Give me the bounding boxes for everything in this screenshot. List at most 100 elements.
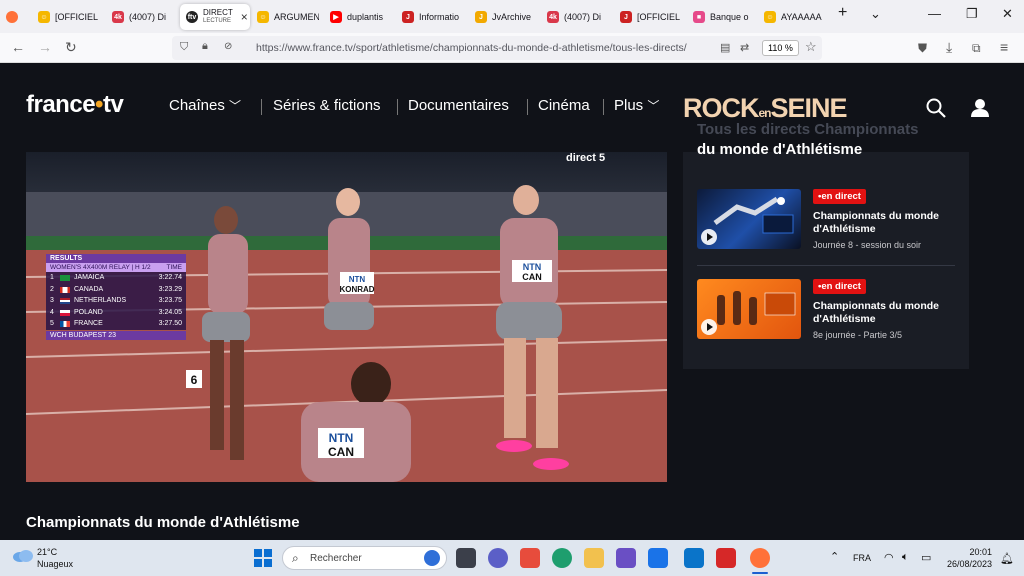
browser-tab-active[interactable]: ftv DIRECT LECTURE × bbox=[180, 4, 250, 30]
live-card-subtitle: 8e journée - Partie 3/5 bbox=[813, 330, 903, 340]
search-icon[interactable] bbox=[926, 98, 946, 118]
browser-tab[interactable]: ☺ ARGUMEN bbox=[257, 4, 319, 30]
windows-taskbar: 21°C Nuageux ⌕ Rechercher ⌃ FRA ◠ 🔈︎ ▭ 2… bbox=[0, 540, 1024, 576]
lock-icon[interactable]: 🔒︎ bbox=[202, 40, 208, 53]
weather-condition[interactable]: Nuageux bbox=[37, 559, 73, 569]
canada-flag-icon bbox=[60, 286, 70, 293]
tab-list-icon[interactable]: ⌄ bbox=[870, 6, 881, 22]
chevron-down-icon: ﹀ bbox=[647, 99, 660, 113]
file-explorer-icon[interactable] bbox=[584, 548, 604, 568]
chat-icon[interactable] bbox=[488, 548, 508, 568]
close-window-icon[interactable]: ✕ bbox=[1002, 6, 1013, 22]
reader-view-icon[interactable]: ▤ bbox=[720, 41, 730, 54]
results-row: 1 JAMAICA 3:22.74 bbox=[46, 272, 186, 284]
smiley-icon: ☺ bbox=[257, 11, 269, 23]
download-icon[interactable]: ⤓ bbox=[946, 39, 952, 56]
nav-plus[interactable]: Plus ﹀ bbox=[614, 97, 659, 114]
restore-icon[interactable]: ❐ bbox=[966, 6, 978, 22]
battery-icon[interactable]: ▭ bbox=[921, 551, 931, 564]
nav-chaines[interactable]: Chaînes ﹀ bbox=[169, 97, 241, 114]
video-player[interactable]: NTN CAN NTN KONRAD NTN CAN 6 direct 5 RE… bbox=[26, 152, 667, 482]
browser-tab[interactable]: J [OFFICIEL bbox=[620, 4, 682, 30]
results-row: 4 POLAND 3:24.05 bbox=[46, 306, 186, 319]
browser-tab[interactable]: ☺ [OFFICIEL bbox=[38, 4, 108, 30]
panel-title: Tous les directs Championnats du monde d… bbox=[697, 121, 919, 158]
bank-icon: ■ bbox=[693, 11, 705, 23]
volume-icon[interactable]: 🔈︎ bbox=[902, 551, 909, 564]
live-card-thumbnail[interactable] bbox=[697, 279, 801, 339]
task-view-icon[interactable] bbox=[456, 548, 476, 568]
app-icon[interactable] bbox=[648, 548, 668, 568]
play-icon[interactable] bbox=[701, 319, 717, 335]
jv-icon: J bbox=[402, 11, 414, 23]
copilot-icon[interactable] bbox=[616, 548, 636, 568]
nav-separator bbox=[603, 99, 604, 115]
edge-icon[interactable] bbox=[552, 548, 572, 568]
live-card[interactable]: •en direct Championnats du monde d'Athlé… bbox=[697, 279, 957, 343]
cloud-icon[interactable] bbox=[12, 548, 34, 562]
active-app-indicator bbox=[752, 572, 768, 574]
live-card-title[interactable]: Championnats du monde d'Athlétisme bbox=[813, 210, 963, 236]
windows-start-icon[interactable] bbox=[254, 549, 272, 567]
language-indicator[interactable]: FRA bbox=[853, 553, 871, 563]
back-icon[interactable]: ← bbox=[11, 39, 25, 55]
reload-icon[interactable]: ↻ bbox=[65, 39, 77, 56]
live-card-thumbnail[interactable] bbox=[697, 189, 801, 249]
bib-text: NTN bbox=[349, 275, 366, 284]
live-card[interactable]: •en direct Championnats du monde d'Athlé… bbox=[697, 189, 957, 253]
channel-badge: direct 5 bbox=[566, 152, 606, 164]
netherlands-flag-icon bbox=[60, 298, 70, 305]
smiley-icon: ☺ bbox=[38, 11, 50, 23]
firefox-menu-icon[interactable] bbox=[6, 4, 24, 30]
results-row: 5 FRANCE 3:27.50 bbox=[46, 318, 186, 330]
minimize-icon[interactable]: — bbox=[928, 6, 941, 21]
jv-icon: J bbox=[620, 11, 632, 23]
pocket-icon[interactable]: ⛊ bbox=[918, 41, 927, 56]
store-icon[interactable] bbox=[520, 548, 540, 568]
france-tv-logo[interactable]: france•tv bbox=[26, 91, 124, 119]
play-icon[interactable] bbox=[701, 229, 717, 245]
extensions-icon[interactable]: ⧉ bbox=[972, 41, 981, 56]
address-bar[interactable]: ⛉ 🔒︎ ⊘ https://www.france.tv/sport/athle… bbox=[172, 36, 822, 60]
permissions-icon[interactable]: ⊘ bbox=[224, 41, 232, 52]
nav-series-fictions[interactable]: Séries & fictions bbox=[273, 97, 381, 114]
nav-separator bbox=[261, 99, 262, 115]
nav-separator bbox=[397, 99, 398, 115]
browser-tab[interactable]: J JvArchive bbox=[475, 4, 537, 30]
bib-text: KONRAD bbox=[339, 285, 374, 294]
weather-temp[interactable]: 21°C bbox=[37, 547, 57, 557]
browser-tab[interactable]: ▶ duplantis bbox=[330, 4, 392, 30]
jvarchive-icon: J bbox=[475, 11, 487, 23]
bib-text: NTN bbox=[329, 431, 354, 445]
notification-bell-icon[interactable]: 🔔︎ bbox=[1000, 552, 1014, 565]
live-card-title[interactable]: Championnats du monde d'Athlétisme bbox=[813, 300, 963, 326]
chevron-up-icon[interactable]: ⌃ bbox=[830, 550, 839, 563]
nav-separator bbox=[527, 99, 528, 115]
nav-documentaires[interactable]: Documentaires bbox=[408, 97, 509, 114]
close-tab-icon[interactable]: × bbox=[241, 10, 248, 24]
url-text[interactable]: https://www.france.tv/sport/athletisme/c… bbox=[256, 42, 687, 54]
forward-icon[interactable]: → bbox=[38, 39, 52, 55]
zoom-level[interactable]: 110 % bbox=[762, 40, 799, 56]
results-footer: WCH BUDAPEST 23 bbox=[46, 330, 186, 340]
new-tab-icon[interactable]: + bbox=[838, 4, 847, 22]
shield-icon[interactable]: ⛉ bbox=[180, 41, 188, 54]
browser-tab[interactable]: ☺ AYAAAAA bbox=[764, 4, 826, 30]
user-account-icon[interactable] bbox=[970, 98, 990, 118]
browser-tab[interactable]: ■ Banque o bbox=[693, 4, 753, 30]
translate-icon[interactable]: ⇄ bbox=[740, 41, 749, 54]
taskbar-search[interactable]: ⌕ Rechercher bbox=[282, 546, 447, 570]
wifi-icon[interactable]: ◠ bbox=[884, 551, 894, 564]
browser-tab[interactable]: J Informatio bbox=[402, 4, 464, 30]
mail-icon[interactable] bbox=[684, 548, 704, 568]
clock[interactable]: 20:01 26/08/2023 bbox=[946, 546, 992, 570]
browser-tab[interactable]: 4k (4007) Di bbox=[547, 4, 609, 30]
tlc-icon[interactable] bbox=[716, 548, 736, 568]
chevron-down-icon: ﹀ bbox=[229, 99, 242, 113]
firefox-icon[interactable] bbox=[750, 548, 770, 568]
browser-tab[interactable]: 4k (4007) Di bbox=[112, 4, 174, 30]
live-badge: •en direct bbox=[813, 189, 866, 204]
bookmark-star-icon[interactable]: ☆ bbox=[805, 39, 817, 55]
nav-cinema[interactable]: Cinéma bbox=[538, 97, 590, 114]
app-menu-icon[interactable]: ≡ bbox=[1000, 39, 1008, 55]
